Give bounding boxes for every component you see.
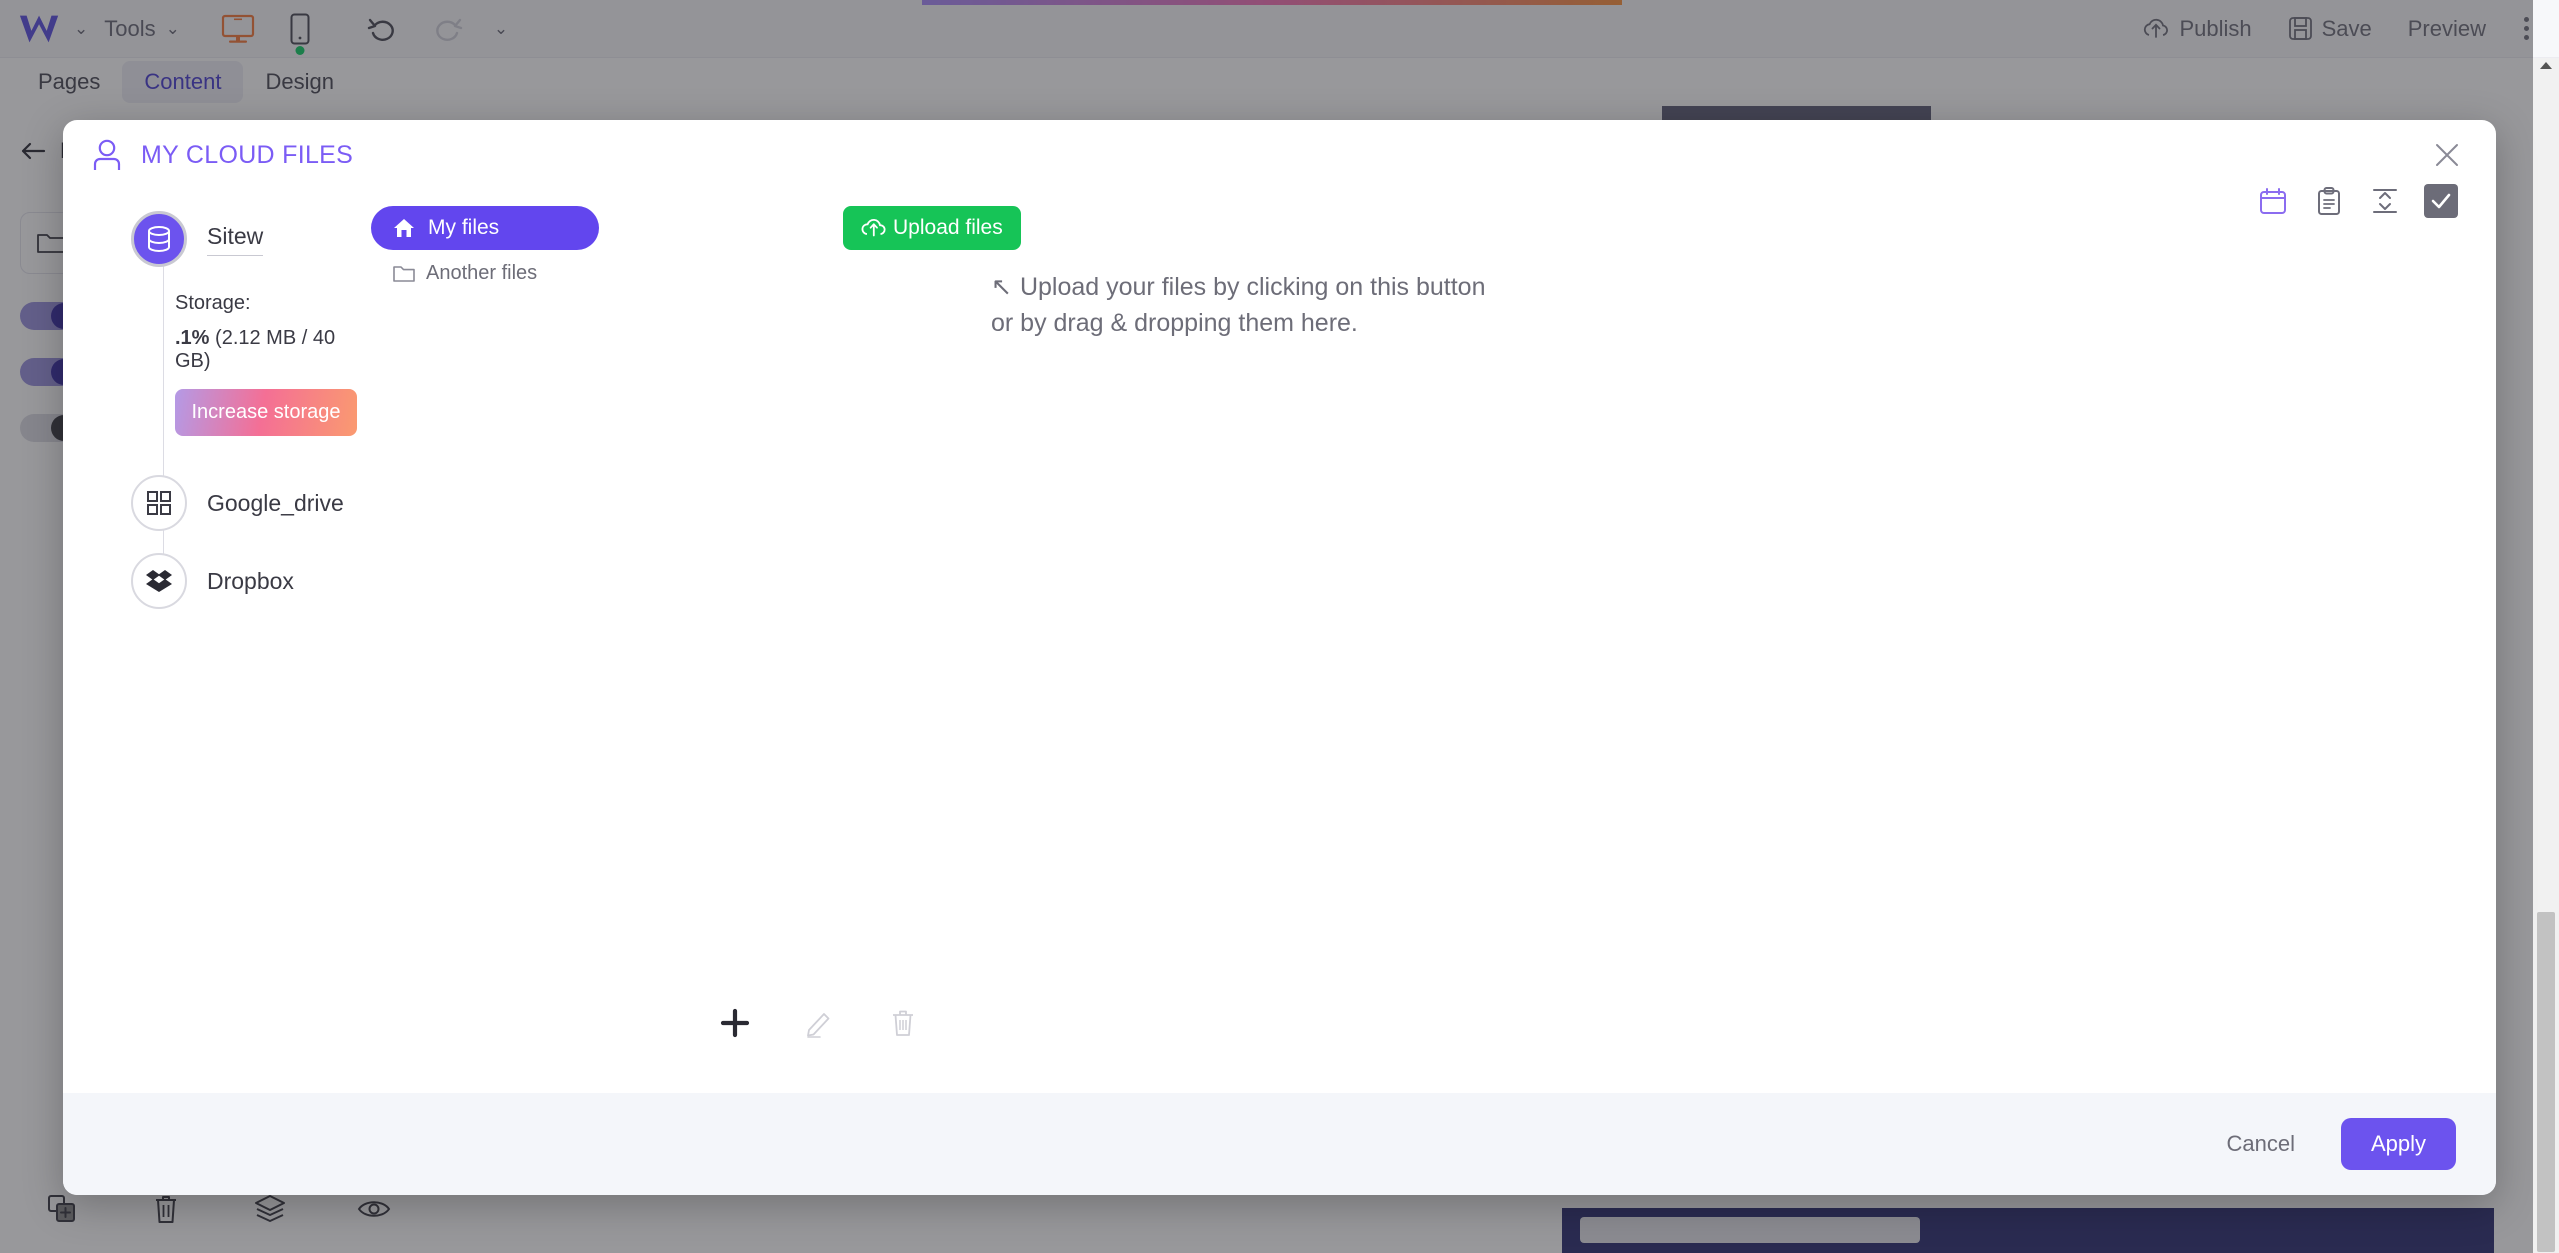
service-item-dropbox[interactable]: Dropbox — [63, 542, 363, 620]
modal-header: MY CLOUD FILES — [63, 120, 2496, 218]
breadcrumb-another-files-label: Another files — [426, 262, 538, 284]
modal-title-wrap: MY CLOUD FILES — [91, 138, 353, 172]
file-actions-toolbar — [693, 1008, 945, 1038]
user-icon — [93, 139, 121, 170]
home-icon — [394, 219, 414, 237]
breadcrumb: My files Another files — [371, 206, 621, 285]
breadcrumb-another-files[interactable]: Another files — [393, 262, 621, 285]
folder-icon — [393, 265, 415, 282]
add-icon[interactable] — [693, 1008, 777, 1038]
grid-icon — [131, 475, 187, 531]
database-icon — [131, 211, 187, 267]
cloud-files-modal: MY CLOUD FILES Sitew Storage: .1% (2.12 … — [63, 120, 2496, 1195]
cancel-button[interactable]: Cancel — [2214, 1123, 2306, 1165]
upload-files-label: Upload files — [893, 216, 1003, 239]
close-icon[interactable] — [2428, 136, 2466, 174]
delete-trash-icon — [861, 1008, 945, 1038]
drop-hint-line-1: Upload your files by clicking on this bu… — [1019, 273, 1486, 301]
drop-zone-hint[interactable]: ↖ Upload your files by clicking on this b… — [991, 270, 1485, 341]
service-item-sitew[interactable]: Sitew — [63, 200, 363, 278]
dropbox-icon — [131, 553, 187, 609]
files-main-panel: My files Another files Upload files ↖ Upl… — [363, 192, 2496, 1093]
storage-title: Storage: — [175, 292, 251, 314]
drop-hint-line-1-wrap: ↖ Upload your files by clicking on this b… — [991, 270, 1485, 306]
service-item-google-drive[interactable]: Google_drive — [63, 464, 363, 542]
modal-title: MY CLOUD FILES — [141, 140, 354, 169]
storage-value: .1% (2.12 MB / 40 GB) — [175, 327, 363, 373]
drop-hint-line-2: or by drag & dropping them here. — [991, 308, 1358, 337]
cloud-services-list: Sitew Storage: .1% (2.12 MB / 40 GB) Inc… — [63, 192, 363, 1093]
modal-footer: Cancel Apply — [63, 1093, 2496, 1195]
upload-files-button[interactable]: Upload files — [843, 206, 1021, 250]
breadcrumb-my-files[interactable]: My files — [371, 206, 599, 250]
apply-button[interactable]: Apply — [2340, 1118, 2456, 1170]
page-scrollbar[interactable] — [2533, 58, 2559, 1253]
cloud-upload-icon — [861, 218, 886, 237]
service-label-google-drive: Google_drive — [207, 489, 344, 516]
breadcrumb-my-files-label: My files — [428, 216, 500, 239]
scrollbar-thumb[interactable] — [2537, 912, 2555, 1252]
modal-body: Sitew Storage: .1% (2.12 MB / 40 GB) Inc… — [63, 192, 2496, 1093]
edit-pencil-icon — [777, 1008, 861, 1038]
arrow-up-left-icon: ↖ — [991, 273, 1012, 301]
storage-percent: .1% — [175, 327, 210, 349]
service-label-dropbox: Dropbox — [207, 567, 294, 594]
scroll-up-arrow-icon[interactable] — [2540, 62, 2552, 69]
service-label-sitew: Sitew — [207, 223, 264, 256]
increase-storage-button[interactable]: Increase storage — [175, 389, 357, 436]
storage-block: Storage: .1% (2.12 MB / 40 GB) Increase … — [175, 292, 363, 436]
